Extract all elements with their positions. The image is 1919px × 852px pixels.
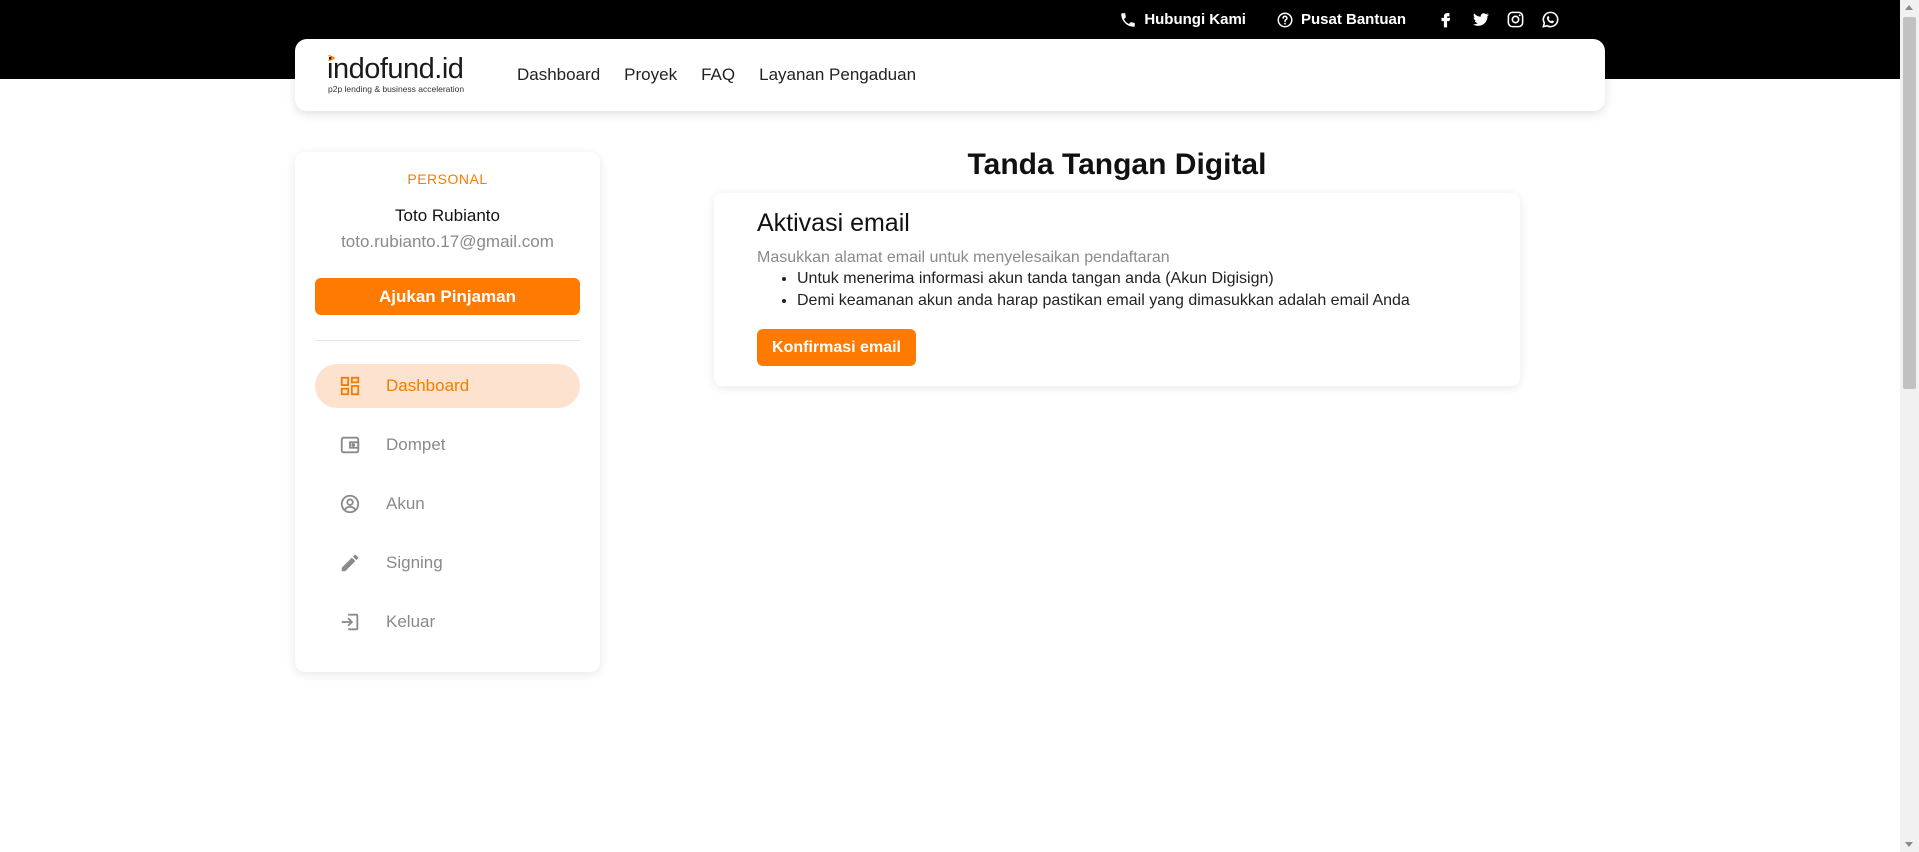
scroll-down-icon[interactable] <box>1905 842 1913 847</box>
pencil-icon <box>338 551 362 575</box>
sidebar-item-label: Keluar <box>386 612 436 631</box>
card-title: Aktivasi email <box>757 209 910 237</box>
top-links: Hubungi Kami Pusat Bantuan <box>1119 10 1560 29</box>
list-item: Untuk menerima informasi akun tanda tang… <box>797 268 1410 290</box>
dashboard-icon <box>338 374 362 398</box>
help-link[interactable]: Pusat Bantuan <box>1276 11 1406 29</box>
user-sidebar: PERSONAL Toto Rubianto toto.rubianto.17@… <box>295 152 600 672</box>
logo-wordmark: indofund.id <box>327 53 464 85</box>
facebook-icon[interactable] <box>1436 10 1455 29</box>
nav-dashboard[interactable]: Dashboard <box>517 65 600 85</box>
twitter-icon[interactable] <box>1471 10 1490 29</box>
help-label: Pusat Bantuan <box>1300 11 1406 28</box>
scrollbar-thumb[interactable] <box>1903 17 1916 389</box>
user-name: Toto Rubianto <box>395 206 500 225</box>
social-links <box>1436 10 1560 29</box>
sidebar-item-signing[interactable]: Signing <box>315 541 580 585</box>
main-navbar: > indofund.id p2p lending & business acc… <box>295 39 1605 111</box>
logout-icon <box>338 610 362 634</box>
sidebar-item-label: Signing <box>386 553 443 572</box>
nav-proyek[interactable]: Proyek <box>624 65 677 85</box>
whatsapp-icon[interactable] <box>1541 10 1560 29</box>
instagram-icon[interactable] <box>1506 10 1525 29</box>
apply-loan-button[interactable]: Ajukan Pinjaman <box>315 278 580 315</box>
sidebar-item-label: Dashboard <box>386 376 470 395</box>
list-item: Demi keamanan akun anda harap pastikan e… <box>797 290 1410 312</box>
sidebar-item-label: Akun <box>386 494 425 513</box>
sidebar-divider <box>315 340 580 341</box>
sidebar-item-akun[interactable]: Akun <box>315 482 580 526</box>
account-type-badge: PERSONAL <box>407 171 488 187</box>
confirm-email-button[interactable]: Konfirmasi email <box>757 329 916 366</box>
page-scrollbar[interactable] <box>1900 0 1919 852</box>
sidebar-item-dashboard[interactable]: Dashboard <box>315 364 580 408</box>
info-list: Untuk menerima informasi akun tanda tang… <box>757 268 1410 312</box>
contact-link[interactable]: Hubungi Kami <box>1119 11 1246 29</box>
email-activation-card: Aktivasi email Masukkan alamat email unt… <box>714 193 1520 386</box>
indofund-logo[interactable]: > indofund.id p2p lending & business acc… <box>327 51 487 98</box>
help-icon <box>1277 12 1293 27</box>
card-description: Masukkan alamat email untuk menyelesaika… <box>757 249 1170 266</box>
contact-label: Hubungi Kami <box>1144 11 1246 28</box>
scroll-up-icon[interactable] <box>1905 5 1913 10</box>
sidebar-item-keluar[interactable]: Keluar <box>315 600 580 644</box>
phone-icon <box>1121 12 1136 27</box>
page-title: Tanda Tangan Digital <box>967 148 1267 181</box>
main-nav: Dashboard Proyek FAQ Layanan Pengaduan <box>517 65 916 85</box>
sidebar-item-dompet[interactable]: Dompet <box>315 423 580 467</box>
nav-faq[interactable]: FAQ <box>701 65 735 85</box>
sidebar-item-label: Dompet <box>386 435 446 454</box>
account-icon <box>338 492 362 516</box>
logo-tagline: p2p lending & business acceleration <box>328 84 465 94</box>
user-email: toto.rubianto.17@gmail.com <box>341 232 554 251</box>
wallet-icon <box>338 433 362 457</box>
nav-layanan-pengaduan[interactable]: Layanan Pengaduan <box>759 65 916 85</box>
